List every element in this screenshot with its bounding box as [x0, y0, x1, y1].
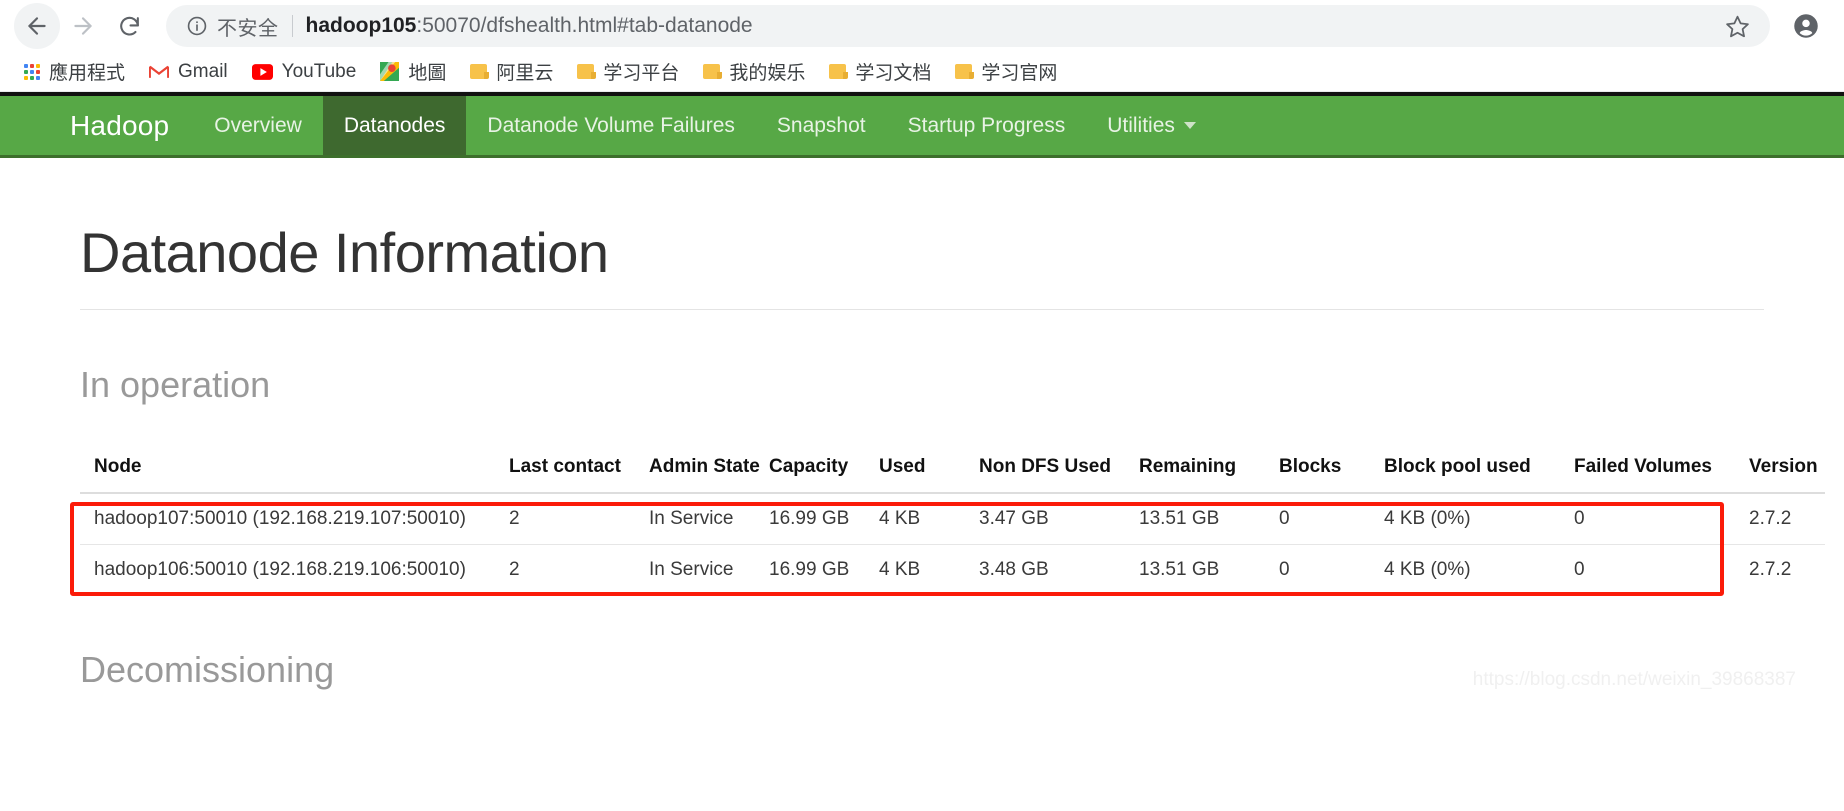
bookmark-aliyun[interactable]: 阿里云	[458, 54, 565, 89]
folder-icon	[829, 64, 849, 79]
cell-failed-volumes: 0	[1574, 508, 1585, 529]
reload-button[interactable]	[106, 3, 152, 49]
cell-node[interactable]: hadoop106:50010 (192.168.219.106:50010)	[80, 544, 495, 595]
cell-non-dfs-used: 3.48 GB	[965, 544, 1125, 595]
bookmark-label: 学习官网	[981, 63, 1058, 84]
cell-admin-state: In Service	[649, 508, 734, 529]
bookmark-label: Gmail	[178, 60, 228, 82]
in-operation-heading: In operation	[80, 364, 271, 405]
cell-blocks: 0	[1265, 544, 1370, 595]
apps-grid-icon	[24, 63, 40, 80]
info-circle-icon[interactable]	[186, 15, 208, 37]
tab-snapshot[interactable]: Snapshot	[756, 96, 887, 155]
cell-capacity: 16.99 GB	[755, 544, 865, 595]
tab-datanodes[interactable]: Datanodes	[322, 96, 467, 155]
bookmark-xuexiwendang[interactable]: 学习文档	[817, 54, 943, 89]
star-icon[interactable]	[1715, 14, 1750, 39]
bookmark-label: 地圖	[408, 63, 447, 84]
profile-avatar-icon[interactable]	[1782, 2, 1830, 50]
gmail-icon	[149, 64, 170, 80]
bookmark-gmail[interactable]: Gmail	[137, 57, 240, 87]
back-button[interactable]	[14, 3, 60, 49]
bookmark-apps[interactable]: 應用程式	[12, 54, 137, 89]
column-header-used[interactable]: Used	[865, 446, 965, 494]
bookmark-youtube[interactable]: YouTube	[240, 57, 369, 87]
cell-capacity: 16.99 GB	[769, 508, 850, 529]
column-header-node[interactable]: Node	[80, 446, 495, 494]
folder-icon	[470, 64, 490, 79]
cell-block-pool-used: 4 KB (0%)	[1370, 544, 1560, 595]
column-header-admin-state[interactable]: Admin State	[635, 446, 760, 494]
hadoop-brand[interactable]: Hadoop	[66, 96, 193, 155]
bookmark-label: 阿里云	[496, 63, 554, 84]
cell-failed-volumes: 0	[1560, 544, 1735, 595]
tab-startup-progress[interactable]: Startup Progress	[887, 96, 1087, 155]
tab-utilities[interactable]: Utilities	[1086, 96, 1217, 155]
column-header-block-pool-used[interactable]: Block pool used	[1370, 446, 1560, 494]
column-header-capacity[interactable]: Capacity	[755, 446, 865, 494]
omnibox-divider	[291, 15, 293, 37]
cell-version: 2.7.2	[1749, 508, 1792, 529]
cell-non-dfs-used: 3.47 GB	[979, 508, 1049, 529]
column-header-last-contact[interactable]: Last contact	[495, 446, 635, 494]
browser-toolbar: 不安全 hadoop105:50070/dfshealth.html#tab-d…	[0, 0, 1844, 52]
youtube-icon	[251, 63, 273, 80]
url-text: hadoop105:50070/dfshealth.html#tab-datan…	[306, 14, 753, 38]
tab-overview[interactable]: Overview	[193, 96, 323, 155]
tab-utilities-label: Utilities	[1107, 113, 1175, 137]
cell-used: 4 KB	[865, 544, 965, 595]
cell-block-pool-used: 4 KB (0%)	[1384, 508, 1471, 529]
bookmark-label: 学习文档	[855, 63, 932, 84]
column-header-version[interactable]: Version	[1735, 446, 1825, 494]
table-header: Node Last contact Admin State Capacity U…	[80, 446, 1825, 494]
cell-node[interactable]: hadoop107:50010 (192.168.219.107:50010)	[80, 493, 495, 545]
cell-remaining: 13.51 GB	[1125, 544, 1265, 595]
folder-icon	[577, 64, 597, 79]
cell-used: 4 KB	[879, 508, 921, 529]
folder-icon	[955, 64, 975, 79]
bookmark-xuexiguanwang[interactable]: 学习官网	[943, 54, 1069, 89]
bookmark-xuexipingtai[interactable]: 学习平台	[565, 54, 691, 89]
cell-blocks: 0	[1279, 508, 1290, 529]
cell-last-contact: 2	[509, 508, 520, 529]
bookmark-wodeyule[interactable]: 我的娱乐	[691, 54, 817, 89]
table-header-row: Node Last contact Admin State Capacity U…	[80, 446, 1825, 494]
table-row[interactable]: hadoop106:50010 (192.168.219.106:50010) …	[80, 544, 1825, 595]
google-maps-icon	[380, 62, 400, 81]
forward-button[interactable]	[60, 3, 106, 49]
bookmark-label: YouTube	[281, 60, 357, 82]
address-bar[interactable]: 不安全 hadoop105:50070/dfshealth.html#tab-d…	[166, 5, 1770, 47]
table-body: hadoop107:50010 (192.168.219.107:50010) …	[80, 493, 1825, 595]
bookmarks-bar: 應用程式 Gmail YouTube 地圖 阿里云 学习平台 我的娱乐 学习文档	[0, 52, 1844, 92]
security-status-label: 不安全	[217, 17, 279, 40]
cell-last-contact: 2	[495, 544, 635, 595]
table-row[interactable]: hadoop107:50010 (192.168.219.107:50010) …	[80, 493, 1825, 545]
datanode-table-wrapper: Node Last contact Admin State Capacity U…	[70, 446, 1825, 596]
cell-admin-state: In Service	[635, 544, 755, 595]
bookmark-label: 学习平台	[603, 63, 680, 84]
bookmark-maps[interactable]: 地圖	[368, 54, 458, 89]
chevron-down-icon	[1183, 122, 1196, 129]
folder-icon	[703, 64, 723, 79]
page-content: Datanode Information In operation Node L…	[0, 158, 1844, 697]
column-header-remaining[interactable]: Remaining	[1125, 446, 1265, 494]
watermark-text: https://blog.csdn.net/weixin_39868387	[1472, 669, 1796, 690]
bookmark-label: 應用程式	[49, 63, 126, 84]
column-header-blocks[interactable]: Blocks	[1265, 446, 1370, 494]
cell-version: 2.7.2	[1735, 544, 1825, 595]
tab-datanode-volume-failures[interactable]: Datanode Volume Failures	[466, 96, 755, 155]
bookmark-label: 我的娱乐	[729, 63, 806, 84]
column-header-non-dfs-used[interactable]: Non DFS Used	[965, 446, 1125, 494]
datanode-table: Node Last contact Admin State Capacity U…	[80, 446, 1825, 595]
cell-remaining: 13.51 GB	[1139, 508, 1220, 529]
url-path: :50070/dfshealth.html#tab-datanode	[416, 14, 753, 37]
page-title: Datanode Information	[80, 158, 1764, 310]
hadoop-navbar: Hadoop Overview Datanodes Datanode Volum…	[0, 96, 1844, 158]
url-host: hadoop105	[305, 14, 417, 37]
column-header-failed-volumes[interactable]: Failed Volumes	[1560, 446, 1735, 494]
